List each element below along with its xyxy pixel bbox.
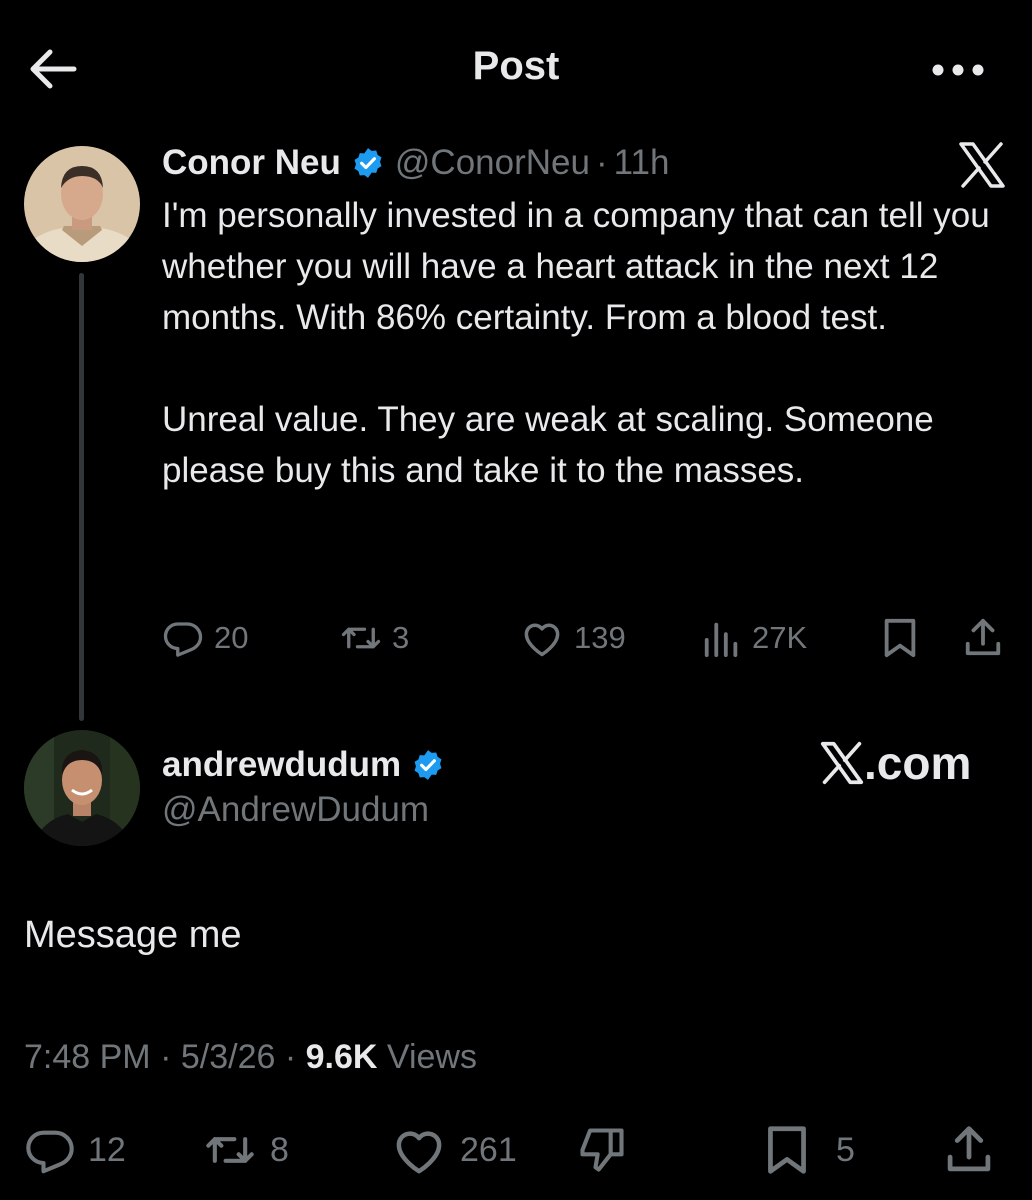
- source-label: .com: [864, 737, 972, 789]
- post-metadata: 7:48 PM · 5/3/26 · 9.6K Views: [24, 1038, 477, 1077]
- post-time[interactable]: 7:48 PM: [24, 1038, 151, 1076]
- separator: ·: [595, 143, 608, 182]
- share-icon: [962, 617, 1004, 659]
- quoted-post-text: I'm personally invested in a company tha…: [162, 196, 990, 490]
- x-logo-icon: [958, 142, 1006, 188]
- like-icon: [520, 617, 564, 659]
- x-com-label: .com: [820, 736, 971, 790]
- repost-icon: [340, 617, 382, 659]
- avatar[interactable]: [24, 730, 140, 846]
- views-count: 27K: [752, 620, 808, 655]
- views-label: Views: [386, 1038, 477, 1076]
- repost-button[interactable]: 8: [200, 1122, 289, 1178]
- separator: ·: [284, 1038, 297, 1076]
- views-count: 9.6K: [305, 1038, 378, 1076]
- reply-icon: [22, 1124, 78, 1176]
- views-button[interactable]: 27K: [702, 612, 807, 664]
- x-logo-icon: [820, 741, 864, 785]
- page-title: Post: [472, 44, 560, 88]
- post-date[interactable]: 5/3/26: [181, 1038, 276, 1076]
- author-name[interactable]: Conor Neu: [162, 143, 341, 183]
- dislike-button[interactable]: [574, 1122, 640, 1178]
- bookmark-button[interactable]: [880, 612, 930, 664]
- share-button[interactable]: [942, 1122, 1006, 1178]
- reply-post-text: Message me: [24, 914, 242, 956]
- separator: ·: [160, 1038, 172, 1076]
- reply-button[interactable]: 12: [22, 1122, 126, 1178]
- repost-count: 8: [270, 1130, 289, 1169]
- bookmark-icon: [880, 617, 920, 659]
- thread-line: [79, 273, 84, 721]
- post-time[interactable]: 11h: [614, 143, 670, 183]
- avatar[interactable]: [24, 146, 140, 262]
- reply-count: 20: [214, 620, 249, 655]
- author-handle[interactable]: @AndrewDudum: [162, 790, 429, 830]
- repost-icon: [200, 1124, 260, 1176]
- share-button[interactable]: [962, 612, 1014, 664]
- author-name[interactable]: andrewdudum: [162, 745, 401, 785]
- repost-count: 3: [392, 620, 410, 655]
- verified-icon: [411, 748, 445, 782]
- like-count: 261: [460, 1130, 517, 1169]
- like-button[interactable]: 139: [520, 612, 626, 664]
- bookmark-button[interactable]: 5: [760, 1122, 855, 1178]
- verified-icon: [351, 146, 385, 180]
- like-count: 139: [574, 620, 626, 655]
- reply-icon: [162, 617, 204, 659]
- reply-post-header: andrewdudum: [162, 740, 455, 790]
- like-icon: [388, 1124, 450, 1176]
- author-handle[interactable]: @ConorNeu: [395, 143, 590, 183]
- quoted-post-header: Conor Neu @ConorNeu · 11h: [162, 140, 669, 186]
- repost-button[interactable]: 3: [340, 612, 409, 664]
- dislike-icon: [574, 1124, 630, 1176]
- views-icon: [702, 617, 742, 659]
- more-icon[interactable]: [930, 56, 986, 84]
- reply-button[interactable]: 20: [162, 612, 248, 664]
- reply-count: 12: [88, 1130, 126, 1169]
- bookmark-count: 5: [836, 1130, 855, 1169]
- like-button[interactable]: 261: [388, 1122, 517, 1178]
- share-icon: [942, 1124, 996, 1176]
- bookmark-icon: [760, 1124, 814, 1176]
